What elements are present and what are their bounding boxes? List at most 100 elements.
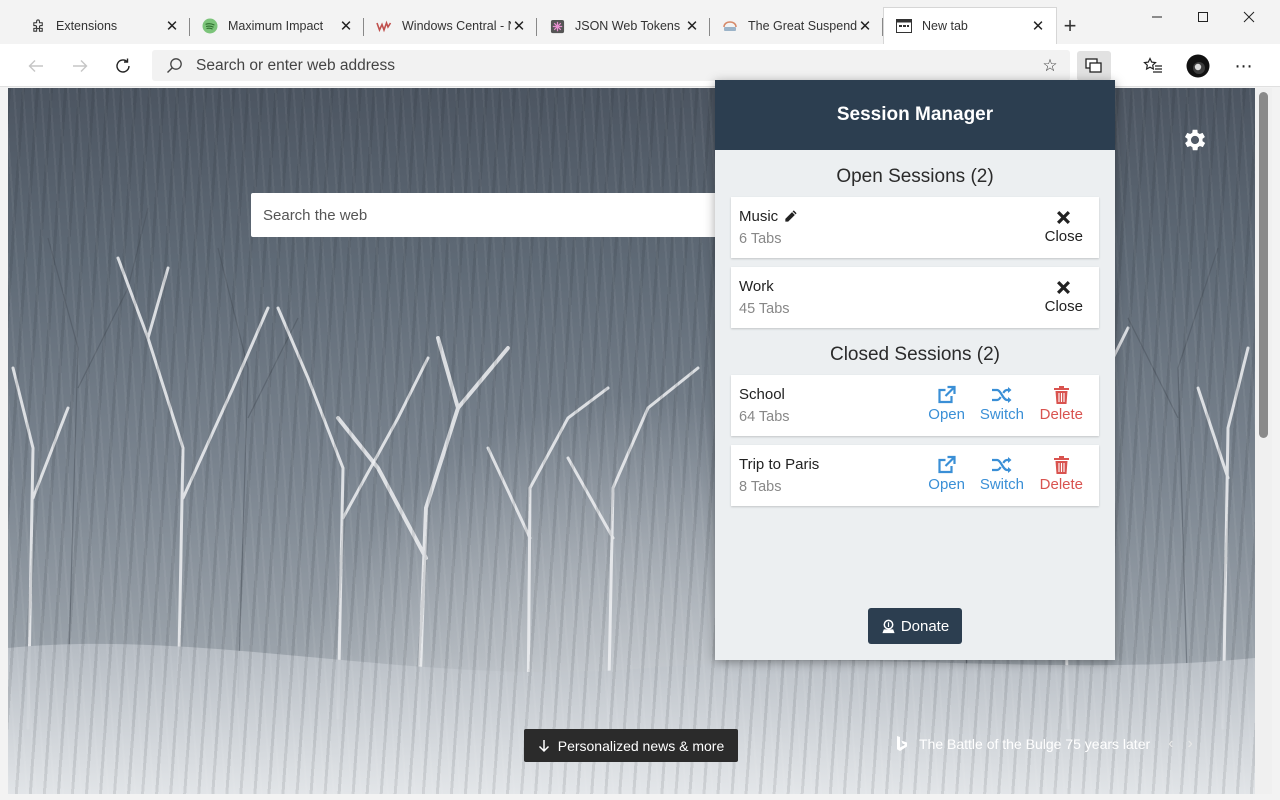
close-icon (1243, 11, 1255, 23)
personalized-news-button[interactable]: Personalized news & more (524, 729, 738, 762)
refresh-button[interactable] (109, 52, 137, 80)
puzzle-icon (30, 18, 46, 34)
minimize-button[interactable] (1134, 6, 1180, 34)
delete-session-button[interactable]: Delete (1040, 454, 1083, 493)
bing-logo-icon (897, 736, 907, 751)
scrollbar-thumb[interactable] (1259, 92, 1268, 438)
close-icon[interactable]: ✕ (164, 17, 180, 35)
maximize-button[interactable] (1180, 6, 1226, 34)
external-link-icon (936, 384, 957, 406)
open-session-button[interactable]: Open (928, 454, 965, 493)
shuffle-icon (991, 384, 1013, 406)
favorites-button[interactable] (1136, 51, 1170, 81)
session-manager-icon (1085, 58, 1102, 73)
web-search-input[interactable] (263, 206, 731, 224)
delete-session-button[interactable]: Delete (1040, 384, 1083, 423)
session-tab-count: 45 Tabs (739, 301, 790, 317)
profile-button[interactable] (1181, 51, 1215, 81)
tab-extensions[interactable]: Extensions ✕ (18, 8, 190, 44)
close-icon[interactable]: ✕ (338, 17, 354, 35)
news-button-label: Personalized news & more (557, 737, 725, 754)
web-search-box[interactable] (251, 193, 731, 237)
delete-label: Delete (1039, 476, 1083, 493)
close-icon (1056, 206, 1071, 228)
image-caption[interactable]: The Battle of the Bulge 75 years later (919, 736, 1150, 752)
tab-maximum-impact[interactable]: Maximum Impact ✕ (190, 8, 364, 44)
trash-icon (1053, 454, 1070, 476)
switch-label: Switch (979, 476, 1024, 493)
switch-session-button[interactable]: Switch (980, 454, 1024, 493)
close-label: Close (1044, 298, 1083, 315)
tab-windows-central[interactable]: Windows Central - N ✕ (364, 8, 537, 44)
window-close-button[interactable] (1226, 6, 1272, 34)
close-session-button[interactable]: Close (1045, 276, 1083, 315)
session-tab-count: 64 Tabs (739, 409, 790, 425)
open-session-card[interactable]: Music 6 Tabs Close (731, 197, 1099, 258)
tab-new-tab[interactable]: New tab ✕ (883, 7, 1057, 44)
close-session-button[interactable]: Close (1045, 206, 1083, 245)
session-name: Music (739, 208, 798, 225)
tab-title: The Great Suspende (748, 19, 857, 33)
tab-title: Maximum Impact (228, 19, 324, 33)
page-settings-button[interactable] (1181, 126, 1209, 154)
chevron-left-icon[interactable]: ‹ (1168, 735, 1173, 753)
gear-icon (1184, 129, 1206, 151)
closed-sessions-heading: Closed Sessions (2) (829, 344, 1001, 365)
delete-label: Delete (1039, 406, 1083, 423)
arrow-left-icon (28, 60, 43, 72)
tab-great-suspender[interactable]: The Great Suspende ✕ (710, 8, 883, 44)
close-label: Close (1044, 228, 1083, 245)
donate-button[interactable]: Donate (868, 608, 962, 644)
donate-label: Donate (900, 617, 950, 635)
close-icon[interactable]: ✕ (684, 17, 700, 35)
maximize-icon (1198, 12, 1208, 22)
arrow-right-icon (73, 60, 88, 72)
session-name-label: Work (739, 278, 774, 295)
page-scrollbar[interactable] (1255, 88, 1272, 794)
tab-strip: Extensions ✕ Maximum Impact ✕ Windows Ce… (0, 0, 1280, 44)
trash-icon (1053, 384, 1070, 406)
new-tab-button[interactable]: + (1058, 14, 1082, 38)
forward-button[interactable] (66, 52, 94, 80)
favorites-icon (1143, 57, 1162, 73)
session-name: Trip to Paris (739, 456, 820, 473)
refresh-icon (116, 58, 130, 73)
close-icon[interactable]: ✕ (1030, 17, 1046, 35)
tab-json-web-tokens[interactable]: JSON Web Tokens - ✕ (537, 8, 710, 44)
close-icon[interactable]: ✕ (857, 17, 873, 35)
closed-session-card: Trip to Paris 8 Tabs Open Switch Delete (731, 445, 1099, 506)
open-session-card[interactable]: Work 45 Tabs Close (731, 267, 1099, 328)
open-label: Open (928, 406, 965, 423)
close-icon[interactable]: ✕ (511, 17, 527, 35)
jwt-icon (549, 18, 565, 34)
address-bar[interactable]: ☆ (152, 50, 1070, 81)
session-manager-button[interactable] (1077, 51, 1111, 81)
great-suspender-icon (722, 18, 738, 34)
session-tab-count: 8 Tabs (739, 479, 782, 495)
shuffle-icon (991, 454, 1013, 476)
star-icon[interactable]: ☆ (1030, 56, 1070, 76)
session-manager-popup: Session Manager Open Sessions (2) Music … (715, 80, 1115, 660)
pencil-icon[interactable] (783, 209, 798, 224)
closed-session-card: School 64 Tabs Open Switch Delete (731, 375, 1099, 436)
popup-title: Session Manager (715, 80, 1115, 150)
external-link-icon (936, 454, 957, 476)
image-caption-bar: The Battle of the Bulge 75 years later ‹… (895, 735, 1193, 753)
settings-more-button[interactable]: ⋯ (1227, 51, 1261, 81)
tab-title: Windows Central - N (402, 19, 511, 33)
spotify-icon (202, 18, 218, 34)
donate-icon (882, 619, 895, 633)
open-session-button[interactable]: Open (928, 384, 965, 423)
search-icon (152, 57, 196, 74)
chevron-right-icon[interactable]: › (1187, 735, 1192, 753)
address-input[interactable] (196, 56, 1030, 75)
open-sessions-heading: Open Sessions (2) (836, 166, 994, 187)
tab-title: New tab (922, 19, 968, 33)
back-button[interactable] (22, 52, 50, 80)
session-name: Work (739, 278, 774, 295)
tab-title: Extensions (56, 19, 118, 33)
session-tab-count: 6 Tabs (739, 231, 782, 247)
windows-central-icon (376, 18, 392, 34)
switch-session-button[interactable]: Switch (980, 384, 1024, 423)
more-icon: ⋯ (1234, 55, 1254, 76)
